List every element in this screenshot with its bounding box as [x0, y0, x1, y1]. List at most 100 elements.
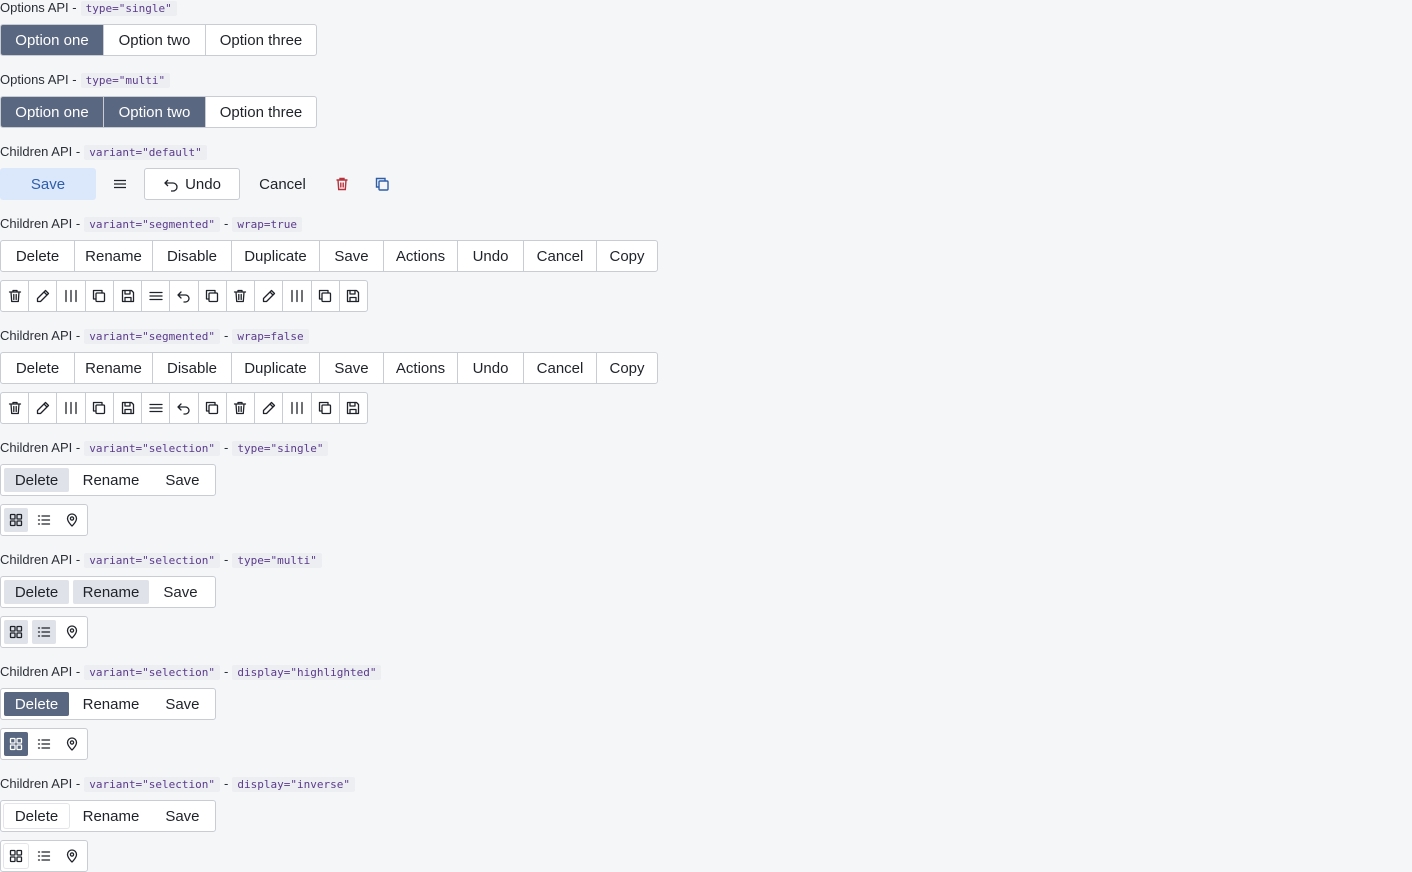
copy-icon [317, 288, 333, 304]
trash-icon [7, 400, 23, 416]
undo-icon [176, 400, 192, 416]
save-button[interactable] [112, 393, 141, 423]
rename-button[interactable]: Rename [69, 804, 153, 828]
list-view-button[interactable] [32, 508, 56, 532]
pencil-button[interactable] [254, 393, 282, 423]
copy-button[interactable] [197, 393, 226, 423]
grid-view-button[interactable] [4, 508, 28, 532]
trash-button[interactable] [1, 393, 28, 423]
menu-button[interactable] [141, 393, 169, 423]
rename-button[interactable]: Rename [69, 692, 153, 716]
delete-button[interactable]: Delete [4, 692, 70, 716]
location-pin-view-button[interactable] [60, 620, 84, 644]
delete-button[interactable]: Delete [4, 804, 70, 828]
grid-view-button[interactable] [4, 620, 28, 644]
undo-button[interactable] [169, 393, 197, 423]
location-pin-view-button[interactable] [60, 732, 84, 756]
selection-text-group: Delete Rename Save [0, 688, 216, 720]
copy-icon [91, 288, 107, 304]
disable-button[interactable]: Disable [152, 353, 231, 383]
save-button[interactable]: Save [0, 168, 96, 200]
actions-button[interactable]: Actions [383, 353, 457, 383]
actions-button[interactable]: Actions [383, 241, 457, 271]
rename-button[interactable]: Rename [69, 468, 153, 492]
delete-button[interactable]: Delete [1, 241, 74, 271]
columns-button[interactable] [56, 393, 84, 423]
trash-button[interactable] [1, 281, 28, 311]
option-one-button[interactable]: Option one [1, 25, 103, 55]
save-icon [345, 400, 361, 416]
disable-button[interactable]: Disable [152, 241, 231, 271]
columns-icon [289, 400, 305, 416]
selection-text-group: Delete Rename Save [0, 576, 216, 608]
location-pin-view-button[interactable] [60, 844, 84, 868]
columns-button[interactable] [282, 393, 310, 423]
save-button[interactable]: Save [153, 468, 212, 492]
save-button[interactable] [338, 281, 367, 311]
copy-button[interactable]: Copy [596, 241, 657, 271]
copy-button[interactable] [84, 393, 113, 423]
copy-button[interactable] [359, 168, 405, 200]
section-label: Children API - variant="selection" - displa… [0, 776, 355, 792]
undo-button[interactable] [169, 281, 197, 311]
grid-view-button[interactable] [4, 844, 28, 868]
pencil-icon [261, 400, 277, 416]
rename-button[interactable]: Rename [73, 580, 149, 604]
grid-view-button[interactable] [4, 732, 28, 756]
menu-button[interactable] [141, 281, 169, 311]
option-three-button[interactable]: Option three [205, 97, 316, 127]
save-button[interactable]: Save [153, 804, 212, 828]
trash-button[interactable] [225, 393, 254, 423]
list-icon [36, 848, 52, 864]
delete-button[interactable]: Delete [4, 468, 70, 492]
option-two-button[interactable]: Option two [103, 97, 205, 127]
save-button[interactable]: Save [319, 353, 383, 383]
trash-button[interactable] [225, 281, 254, 311]
save-button[interactable] [338, 393, 367, 423]
section-label: Children API - variant="selection" - type="… [0, 552, 322, 568]
list-icon [36, 512, 52, 528]
copy-button[interactable] [310, 393, 339, 423]
save-button[interactable]: Save [319, 241, 383, 271]
pencil-button[interactable] [254, 281, 282, 311]
segmented-icon-group [0, 392, 368, 424]
copy-button[interactable] [197, 281, 226, 311]
delete-button[interactable]: Delete [1, 353, 74, 383]
list-icon [36, 736, 52, 752]
undo-button[interactable]: Undo [457, 353, 523, 383]
delete-button[interactable]: Delete [4, 580, 70, 604]
pencil-button[interactable] [28, 393, 56, 423]
list-view-button[interactable] [32, 620, 56, 644]
list-view-button[interactable] [32, 732, 56, 756]
option-three-button[interactable]: Option three [205, 25, 316, 55]
duplicate-button[interactable]: Duplicate [231, 241, 319, 271]
option-one-button[interactable]: Option one [1, 97, 103, 127]
columns-icon [63, 400, 79, 416]
undo-button[interactable]: Undo [144, 168, 240, 200]
copy-button[interactable] [84, 281, 113, 311]
menu-button[interactable] [96, 168, 144, 200]
undo-button[interactable]: Undo [457, 241, 523, 271]
location-pin-view-button[interactable] [60, 508, 84, 532]
selection-view-group [0, 504, 88, 536]
copy-button[interactable] [310, 281, 339, 311]
trash-icon [334, 176, 350, 192]
pencil-button[interactable] [28, 281, 56, 311]
save-button[interactable]: Save [153, 692, 212, 716]
delete-button[interactable] [325, 168, 359, 200]
cancel-button[interactable]: Cancel [523, 241, 596, 271]
save-icon [120, 288, 136, 304]
save-button[interactable] [112, 281, 141, 311]
option-two-button[interactable]: Option two [103, 25, 205, 55]
list-view-button[interactable] [32, 844, 56, 868]
copy-button[interactable]: Copy [596, 353, 657, 383]
rename-button[interactable]: Rename [74, 241, 152, 271]
cancel-button[interactable]: Cancel [523, 353, 596, 383]
duplicate-button[interactable]: Duplicate [231, 353, 319, 383]
save-button[interactable]: Save [149, 580, 212, 604]
columns-button[interactable] [56, 281, 84, 311]
undo-icon [163, 176, 179, 192]
cancel-button[interactable]: Cancel [240, 168, 325, 200]
rename-button[interactable]: Rename [74, 353, 152, 383]
columns-button[interactable] [282, 281, 310, 311]
